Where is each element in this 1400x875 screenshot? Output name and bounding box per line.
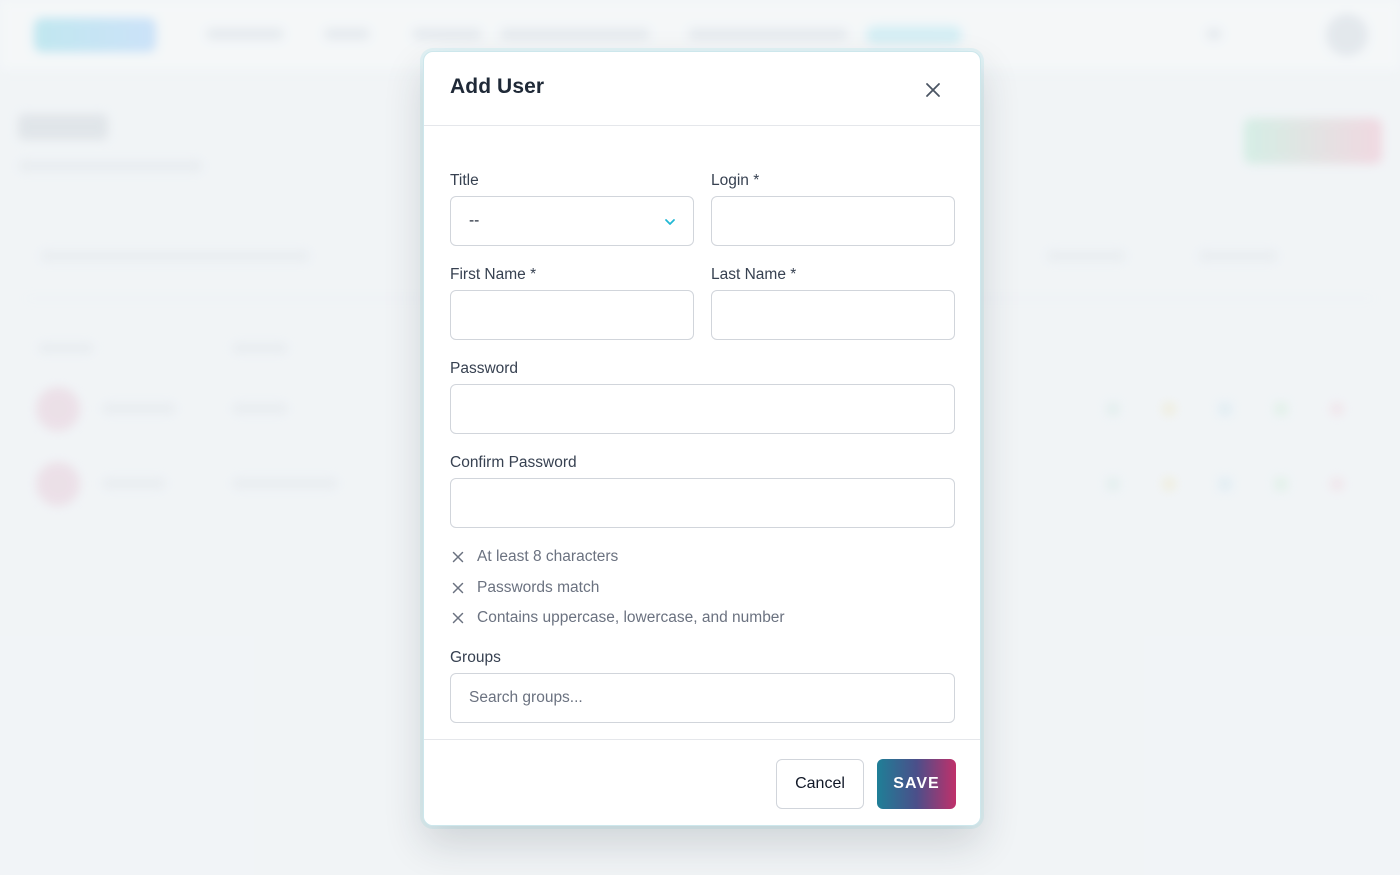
login-label: Login * — [711, 172, 760, 189]
dialog-footer: Cancel SAVE — [424, 739, 980, 825]
x-mark-icon — [451, 550, 465, 564]
password-rule-complexity: Contains uppercase, lowercase, and numbe… — [451, 608, 785, 628]
password-field-wrapper — [450, 384, 955, 434]
login-field[interactable] — [712, 197, 954, 245]
last-name-field[interactable] — [712, 291, 954, 339]
close-icon — [926, 83, 940, 97]
x-mark-icon — [451, 611, 465, 625]
password-label: Password — [450, 360, 519, 377]
login-field-wrapper — [711, 196, 955, 246]
confirm-password-field[interactable] — [451, 479, 954, 527]
x-mark-icon — [451, 581, 465, 595]
password-rule-match: Passwords match — [451, 578, 599, 598]
groups-label: Groups — [450, 649, 501, 666]
last-name-field-wrapper — [711, 290, 955, 340]
confirm-password-field-wrapper — [450, 478, 955, 528]
groups-search-wrapper — [450, 673, 955, 723]
dialog-title: Add User — [450, 75, 545, 98]
dialog-header: Add User — [424, 52, 980, 126]
cancel-button[interactable]: Cancel — [776, 759, 864, 809]
chevron-down-icon — [665, 219, 675, 225]
title-select[interactable]: -- — [450, 196, 694, 246]
groups-search-input[interactable] — [451, 674, 954, 722]
title-select-value: -- — [469, 212, 480, 229]
password-rule-text: Contains uppercase, lowercase, and numbe… — [477, 609, 785, 626]
password-rule-text: At least 8 characters — [477, 548, 619, 565]
title-label: Title — [450, 172, 479, 189]
confirm-password-label: Confirm Password — [450, 454, 577, 471]
first-name-field[interactable] — [451, 291, 693, 339]
password-rule-text: Passwords match — [477, 579, 600, 596]
first-name-label: First Name * — [450, 266, 537, 283]
last-name-label: Last Name * — [711, 266, 797, 283]
password-field[interactable] — [451, 385, 954, 433]
save-button[interactable]: SAVE — [877, 759, 956, 809]
add-user-dialog: Add User Title -- Login * First Name * L… — [423, 51, 981, 826]
first-name-field-wrapper — [450, 290, 694, 340]
password-rule-length: At least 8 characters — [451, 547, 618, 567]
close-button[interactable] — [922, 79, 944, 101]
